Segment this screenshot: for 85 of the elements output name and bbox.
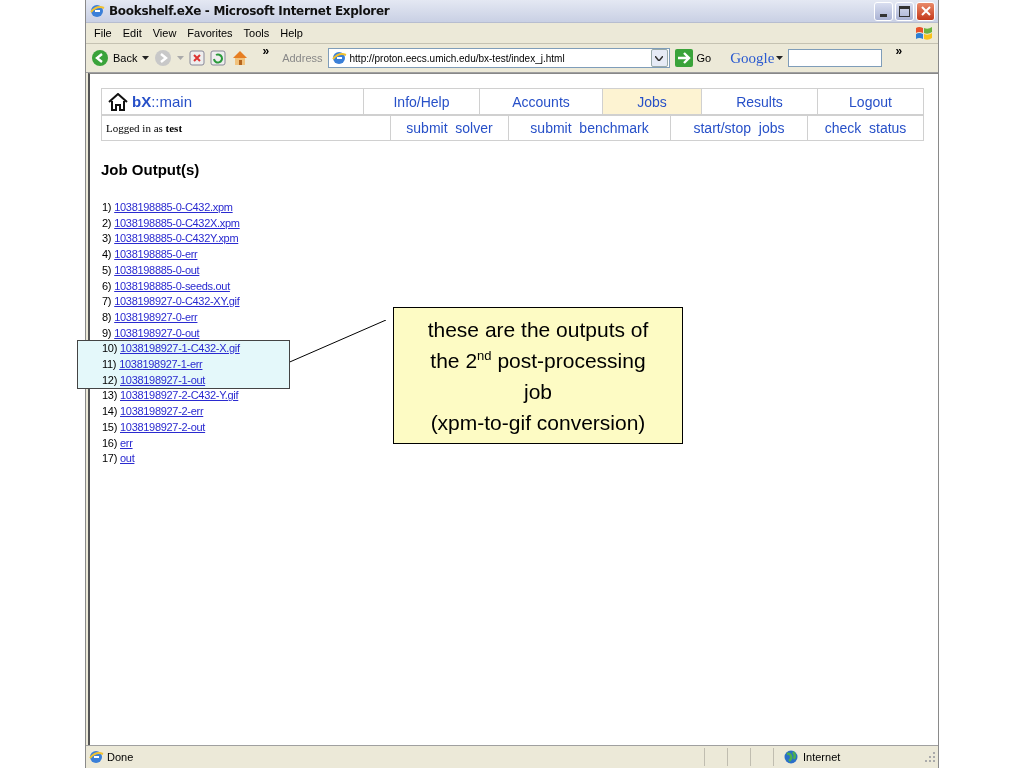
file-link[interactable]: 1038198927-2-out bbox=[120, 419, 206, 436]
dropdown-caret-icon bbox=[776, 56, 784, 60]
close-button[interactable] bbox=[916, 1, 935, 21]
go-button[interactable]: Go bbox=[674, 49, 726, 67]
menu-item[interactable]: Edit bbox=[118, 27, 149, 39]
search-engine-button[interactable]: Google bbox=[730, 49, 784, 67]
nav-link[interactable]: check status bbox=[808, 116, 924, 141]
file-link[interactable]: 1038198885-0-out bbox=[114, 262, 200, 279]
list-number: 8) bbox=[102, 309, 112, 325]
nav-link[interactable]: submit solver bbox=[391, 116, 509, 141]
toolbar-chevron[interactable]: » bbox=[895, 44, 903, 58]
list-number: 2) bbox=[102, 215, 112, 231]
list-number: 7) bbox=[102, 294, 112, 310]
file-link[interactable]: 1038198927-2-err bbox=[120, 404, 204, 420]
status-text: Done bbox=[107, 751, 134, 763]
file-link[interactable]: 1038198885-0-C432X.xpm bbox=[114, 215, 240, 232]
list-number: 17) bbox=[102, 451, 117, 467]
home-icon[interactable] bbox=[231, 49, 250, 67]
resize-grip-icon bbox=[924, 751, 936, 763]
file-link[interactable]: 1038198885-0-seeds.out bbox=[114, 278, 230, 295]
nav-link[interactable]: start/stop jobs bbox=[671, 116, 808, 141]
address-label: Address bbox=[282, 52, 323, 64]
nav-link[interactable]: submit benchmark bbox=[509, 116, 671, 141]
list-number: 3) bbox=[102, 231, 112, 247]
address-dropdown-button[interactable] bbox=[650, 49, 668, 67]
callout-text: the 2$^{nd}$ post-processing bbox=[430, 346, 646, 374]
menu-item[interactable]: Help bbox=[276, 27, 310, 39]
file-link[interactable]: 1038198927-1-out bbox=[120, 372, 206, 389]
page-icon bbox=[330, 50, 347, 66]
chevron-down-icon bbox=[655, 55, 663, 61]
nav-tab[interactable]: Info/Help bbox=[364, 89, 480, 115]
file-link[interactable]: 1038198885-0-C432Y.xpm bbox=[114, 231, 239, 248]
search-field[interactable] bbox=[788, 49, 883, 67]
go-arrow-icon bbox=[674, 49, 693, 67]
zone-text: Internet bbox=[803, 751, 841, 763]
back-button[interactable]: Back bbox=[91, 49, 138, 67]
file-link[interactable]: 1038198885-0-err bbox=[114, 247, 198, 263]
file-link[interactable]: out bbox=[120, 451, 135, 467]
file-link[interactable]: 1038198927-0-C432-XY.gif bbox=[114, 294, 240, 310]
list-number: 15) bbox=[102, 419, 117, 435]
file-link[interactable]: 1038198927-0-err bbox=[114, 309, 198, 326]
list-number: 1) bbox=[102, 200, 112, 215]
nav-tab[interactable]: Results bbox=[702, 89, 818, 115]
toolbar-chevron[interactable]: » bbox=[262, 44, 270, 58]
list-number: 4) bbox=[102, 247, 112, 263]
file-link[interactable]: 1038198927-0-out bbox=[114, 325, 200, 342]
minimize-button[interactable] bbox=[874, 1, 893, 21]
menu-item[interactable]: View bbox=[148, 27, 184, 39]
menu-item[interactable]: File bbox=[90, 27, 119, 39]
nav-tab[interactable]: Logout bbox=[818, 89, 924, 115]
stop-icon[interactable] bbox=[189, 50, 206, 66]
list-number: 10) bbox=[102, 341, 117, 357]
list-number: 11) bbox=[102, 357, 117, 373]
file-link[interactable]: err bbox=[120, 435, 133, 452]
list-number: 9) bbox=[102, 325, 112, 341]
address-field[interactable]: http://proton.eecs.umich.edu/bx-test/index_j.html bbox=[327, 48, 670, 68]
list-number: 5) bbox=[102, 262, 112, 278]
dropdown-caret-icon[interactable] bbox=[142, 56, 150, 60]
file-link[interactable]: 1038198885-0-C432.xpm bbox=[114, 200, 233, 216]
list-number: 12) bbox=[102, 372, 117, 388]
callout-text: job bbox=[524, 378, 552, 405]
file-link[interactable]: 1038198927-2-C432-Y.gif bbox=[120, 388, 239, 405]
page-heading: Job Output(s) bbox=[101, 161, 201, 178]
maximize-button[interactable] bbox=[895, 1, 914, 21]
home-icon bbox=[108, 92, 128, 111]
globe-icon bbox=[784, 750, 798, 764]
login-status: Logged in as test bbox=[106, 122, 183, 134]
list-number: 14) bbox=[102, 404, 117, 420]
browser-icon bbox=[89, 3, 105, 19]
site-brand-link[interactable]: bX::main bbox=[132, 93, 193, 110]
callout-text: (xpm-to-gif conversion) bbox=[430, 409, 646, 436]
menu-item[interactable]: Tools bbox=[239, 27, 277, 39]
close-icon bbox=[920, 6, 931, 16]
refresh-icon[interactable] bbox=[210, 50, 227, 66]
callout-text: these are the outputs of bbox=[427, 316, 649, 343]
nav-tab[interactable]: Jobs bbox=[603, 89, 702, 115]
file-link[interactable]: 1038198927-1-err bbox=[119, 357, 203, 373]
list-number: 16) bbox=[102, 435, 117, 451]
list-number: 13) bbox=[102, 388, 117, 404]
list-number: 6) bbox=[102, 278, 112, 294]
windows-flag-icon bbox=[914, 24, 934, 42]
page-icon bbox=[88, 749, 104, 765]
file-link[interactable]: 1038198927-1-C432-X.gif bbox=[120, 341, 240, 358]
window-title: Bookshelf.eXe - Microsoft Internet Explorer bbox=[109, 4, 391, 18]
menu-item[interactable]: Favorites bbox=[183, 27, 240, 39]
